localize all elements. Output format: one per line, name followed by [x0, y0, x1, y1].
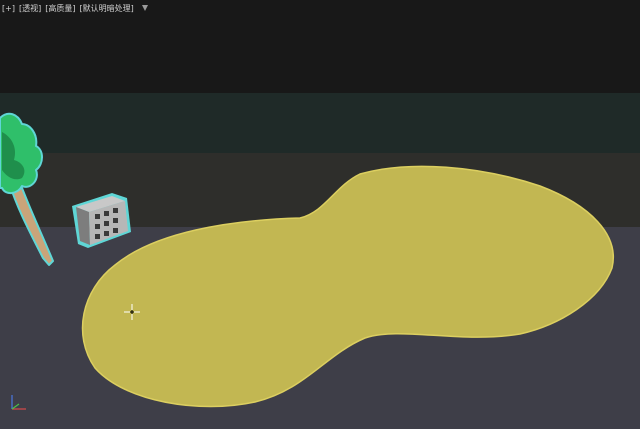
viewport-label-bar: [+] [透视] [高质量] [默认明暗处理]: [0, 0, 148, 16]
scene-canvas[interactable]: [0, 0, 640, 429]
viewport-point-of-view[interactable]: [透视]: [19, 3, 41, 14]
perspective-viewport[interactable]: [+] [透视] [高质量] [默认明暗处理]: [0, 0, 640, 429]
axis-gizmo-icon: [11, 395, 26, 410]
palm-tree[interactable]: [0, 112, 54, 266]
crosshair-cursor-icon: [124, 304, 140, 320]
viewport-shading-mode[interactable]: [默认明暗处理]: [79, 3, 133, 14]
viewport-menu-plus[interactable]: [+]: [2, 4, 15, 13]
sand-island[interactable]: [81, 165, 614, 408]
building[interactable]: [72, 193, 131, 248]
funnel-icon[interactable]: [141, 5, 148, 11]
viewport-quality[interactable]: [高质量]: [45, 3, 75, 14]
